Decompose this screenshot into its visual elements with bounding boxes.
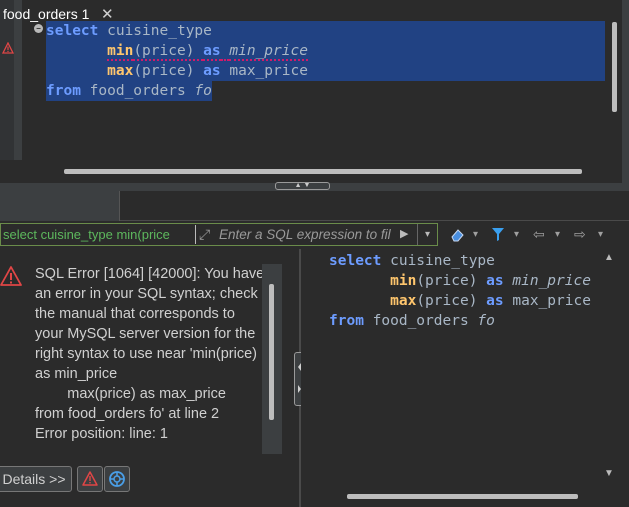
forward-icon[interactable]: ⇨	[574, 226, 586, 243]
query-vertical-scroll-track	[601, 252, 622, 484]
code-token: cuisine_type	[381, 253, 495, 269]
search-solution-button[interactable]	[104, 466, 130, 492]
error-message: SQL Error [1064] [42000]: You have an er…	[35, 266, 265, 442]
code-token: min	[390, 273, 417, 289]
error-log-icon	[82, 471, 98, 486]
error-vertical-scrollbar[interactable]	[269, 284, 274, 420]
code-token: (price)	[133, 43, 204, 61]
filter-expression-input[interactable]: Enter a SQL expression to fil	[219, 227, 397, 242]
code-token: as	[203, 63, 221, 79]
scroll-down-icon[interactable]: ▼	[604, 468, 614, 479]
code-token: max_price	[220, 63, 308, 79]
editor-line-4[interactable]: from food_orders fo	[46, 81, 212, 101]
code-token: food_orders	[363, 313, 478, 329]
help-lifebuoy-icon	[109, 471, 125, 487]
code-token: min_price	[229, 43, 308, 61]
scroll-up-icon[interactable]: ▲	[604, 252, 614, 263]
query-line-2: min(price) as min_price	[329, 271, 591, 291]
close-icon[interactable]: ✕	[101, 5, 114, 23]
eraser-icon[interactable]	[449, 227, 465, 243]
editor-line-2[interactable]: min(price) as min_price	[46, 41, 605, 61]
filter-history-dropdown[interactable]: ▾	[417, 224, 437, 245]
tab-food-orders-1[interactable]	[0, 191, 120, 221]
editor-right-border	[622, 0, 629, 183]
details-button[interactable]: Details >>	[0, 466, 72, 492]
warning-triangle-icon[interactable]	[2, 42, 14, 54]
forward-dropdown-icon[interactable]: ▾	[598, 229, 603, 240]
error-triangle-icon	[0, 266, 22, 286]
filter-icon[interactable]	[491, 227, 505, 242]
editor-line-3[interactable]: max(price) as max_price	[46, 61, 605, 81]
query-line-3: max(price) as max_price	[329, 291, 591, 311]
query-line-1: select cuisine_type	[329, 251, 495, 271]
code-token: select	[329, 253, 382, 269]
splitter-toggle-handle[interactable]: ▲ ▼	[275, 182, 330, 190]
code-token: select	[46, 23, 99, 39]
query-line-4: from food_orders fo	[329, 311, 495, 331]
code-token: cuisine_type	[98, 23, 212, 39]
tab-label: food_orders 1	[3, 6, 90, 22]
code-token: fo	[194, 83, 212, 99]
code-token: food_orders	[80, 83, 195, 99]
code-token: (price)	[133, 63, 204, 79]
eraser-dropdown-icon[interactable]: ▾	[473, 229, 478, 240]
editor-line-1[interactable]: select cuisine_type	[46, 21, 605, 41]
code-token: min	[107, 43, 134, 61]
code-token: max	[107, 63, 134, 79]
editor-vertical-scrollbar[interactable]	[612, 22, 617, 112]
filter-history-input[interactable]: select cuisine_type min(price	[3, 227, 191, 242]
fold-toggle-icon[interactable]: −	[34, 24, 43, 33]
code-token: as	[486, 293, 504, 309]
editor-horizontal-scrollbar[interactable]	[64, 169, 582, 174]
code-token: fo	[477, 313, 495, 329]
code-token: as	[203, 43, 221, 61]
code-token: from	[329, 313, 364, 329]
apply-filter-icon[interactable]: ▶	[400, 227, 408, 240]
back-icon[interactable]: ⇦	[533, 226, 545, 243]
code-token: max_price	[503, 293, 591, 309]
code-token: min_price	[512, 273, 591, 289]
show-error-log-button[interactable]	[77, 466, 103, 492]
back-dropdown-icon[interactable]: ▾	[555, 229, 560, 240]
editor-gutter	[0, 0, 14, 160]
query-horizontal-scrollbar[interactable]	[347, 494, 578, 499]
code-token: as	[486, 273, 504, 289]
code-token: max	[390, 293, 417, 309]
editor-line-gutter	[14, 0, 22, 160]
code-token: (price)	[416, 293, 487, 309]
expand-icon[interactable]: ⤢	[199, 226, 210, 243]
code-token: from	[46, 83, 81, 99]
filter-divider	[195, 225, 196, 244]
code-token: (price)	[416, 273, 487, 289]
filter-dropdown-icon[interactable]: ▾	[514, 229, 519, 240]
